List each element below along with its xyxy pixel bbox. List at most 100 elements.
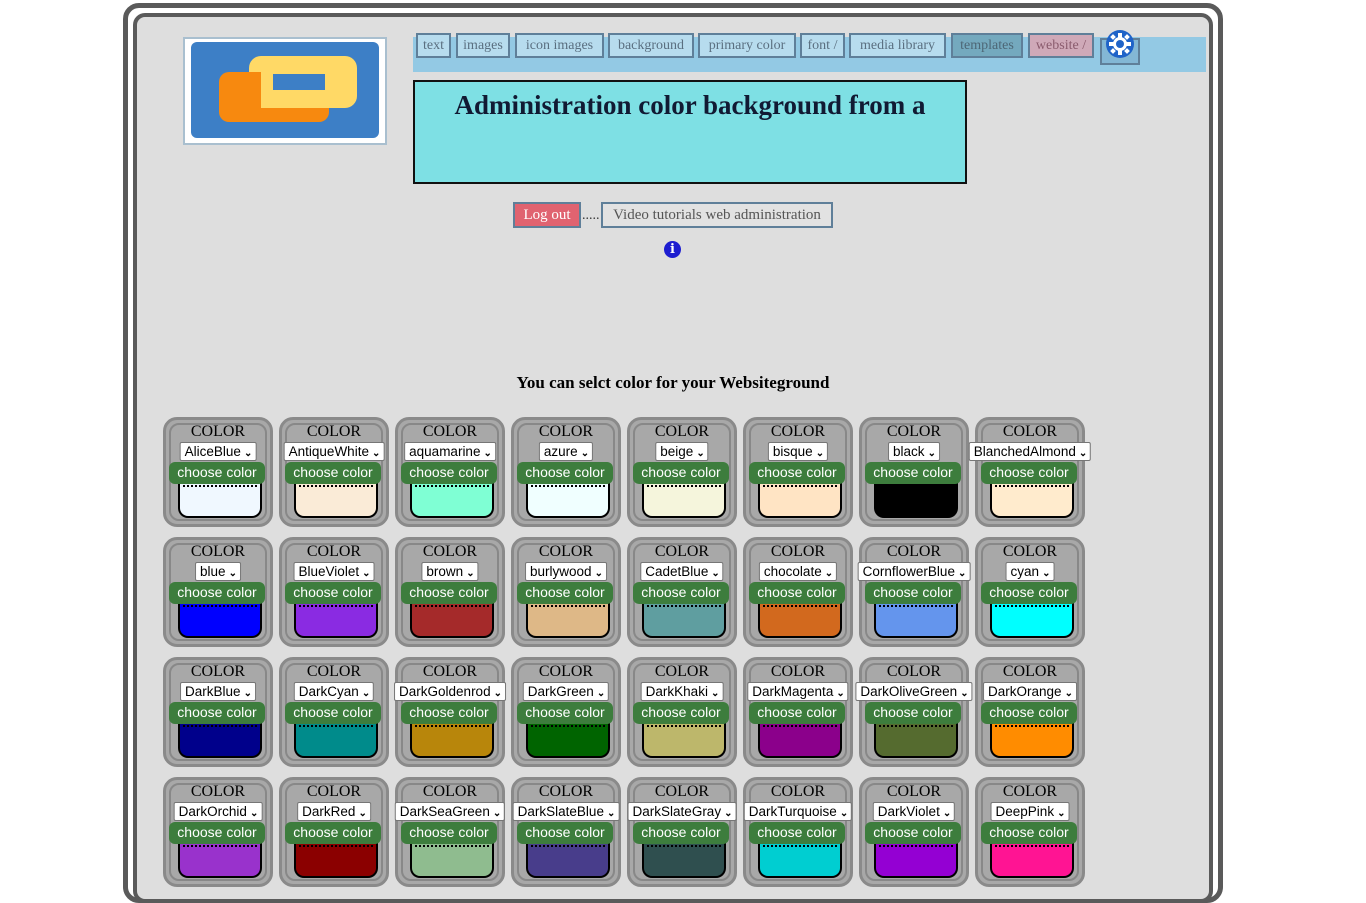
color-select[interactable]: DarkGoldenrod ⌄ [394,682,506,701]
color-select[interactable]: black ⌄ [888,442,940,461]
color-select-value: azure [543,444,578,459]
choose-color-button[interactable]: choose color [169,462,265,484]
nav-item-background[interactable]: background [608,33,694,58]
color-select[interactable]: DarkSlateBlue ⌄ [512,802,620,821]
color-select-value: brown [426,564,464,579]
color-select[interactable]: DarkTurquoise ⌄ [743,802,853,821]
choose-color-button[interactable]: choose color [285,822,381,844]
color-select[interactable]: bisque ⌄ [767,442,829,461]
choose-color-button[interactable]: choose color [517,702,613,724]
choose-color-button[interactable]: choose color [401,582,497,604]
site-logo[interactable] [183,37,387,145]
choose-color-button[interactable]: choose color [517,822,613,844]
choose-color-button[interactable]: choose color [865,822,961,844]
color-select[interactable]: DarkOliveGreen ⌄ [855,682,973,701]
color-select[interactable]: DarkGreen ⌄ [522,682,610,701]
color-select-value: CornflowerBlue [862,564,955,579]
choose-color-button[interactable]: choose color [169,822,265,844]
color-select[interactable]: BlanchedAlmond ⌄ [968,442,1092,461]
nav-item-primary-color[interactable]: primary color [698,33,796,58]
color-select[interactable]: DeepPink ⌄ [990,802,1070,821]
color-select[interactable]: chocolate ⌄ [758,562,838,581]
nav-item-text[interactable]: text [416,33,451,58]
choose-color-button[interactable]: choose color [517,582,613,604]
color-select-value: bisque [772,444,813,459]
swatch-divider [647,725,721,727]
settings-button[interactable] [1100,30,1140,65]
nav-item-images[interactable]: images [456,33,510,58]
choose-color-button[interactable]: choose color [517,462,613,484]
color-card-label: COLOR [1002,783,1058,800]
color-select[interactable]: burlywood ⌄ [525,562,607,581]
choose-color-button[interactable]: choose color [285,702,381,724]
choose-color-button[interactable]: choose color [169,702,265,724]
color-select[interactable]: DarkSlateGray ⌄ [627,802,737,821]
color-select[interactable]: DarkKhaki ⌄ [640,682,724,701]
choose-color-button[interactable]: choose color [401,822,497,844]
nav-item-templates[interactable]: templates [951,33,1023,58]
color-select[interactable]: DarkBlue ⌄ [180,682,256,701]
color-select[interactable]: AliceBlue ⌄ [179,442,257,461]
color-card-label: COLOR [1002,543,1058,560]
nav-item-website[interactable]: website / [1028,33,1094,58]
choose-color-button[interactable]: choose color [633,462,729,484]
color-select[interactable]: brown ⌄ [421,562,479,581]
choose-color-button[interactable]: choose color [401,702,497,724]
chevron-down-icon: ⌄ [824,568,834,579]
color-select[interactable]: blue ⌄ [195,562,241,581]
color-card-label: COLOR [306,423,362,440]
choose-color-button[interactable]: choose color [981,582,1077,604]
color-select[interactable]: beige ⌄ [655,442,709,461]
choose-color-button[interactable]: choose color [285,582,381,604]
choose-color-button[interactable]: choose color [749,582,845,604]
color-select[interactable]: CadetBlue ⌄ [640,562,724,581]
logout-button[interactable]: Log out [513,202,581,228]
color-card-label: COLOR [770,423,826,440]
color-swatch [294,600,378,638]
choose-color-button[interactable]: choose color [981,462,1077,484]
color-select[interactable]: aquamarine ⌄ [404,442,496,461]
color-select[interactable]: DarkOrchid ⌄ [173,802,263,821]
choose-color-button[interactable]: choose color [749,702,845,724]
color-card-label: COLOR [422,783,478,800]
color-select[interactable]: DarkSeaGreen ⌄ [394,802,506,821]
choose-color-button[interactable]: choose color [633,582,729,604]
nav-item-media-library[interactable]: media library [849,33,946,58]
color-select[interactable]: cyan ⌄ [1005,562,1055,581]
color-select[interactable]: DarkMagenta ⌄ [747,682,849,701]
color-card-label: COLOR [770,543,826,560]
color-select[interactable]: azure ⌄ [538,442,594,461]
choose-color-button[interactable]: choose color [285,462,381,484]
choose-color-button[interactable]: choose color [865,582,961,604]
video-tutorials-link[interactable]: Video tutorials web administration [601,202,833,228]
color-select[interactable]: DarkOrange ⌄ [983,682,1077,701]
choose-color-button[interactable]: choose color [401,462,497,484]
choose-color-button[interactable]: choose color [981,702,1077,724]
choose-color-button[interactable]: choose color [633,822,729,844]
choose-color-button[interactable]: choose color [169,582,265,604]
nav-item-icon-images[interactable]: icon images [515,33,604,58]
choose-color-button[interactable]: choose color [749,822,845,844]
info-icon[interactable]: i [664,241,681,258]
choose-color-button[interactable]: choose color [865,702,961,724]
swatch-divider [183,605,257,607]
color-select[interactable]: AntiqueWhite ⌄ [283,442,385,461]
color-card-label: COLOR [306,543,362,560]
color-card-label: COLOR [538,783,594,800]
swatch-divider [879,725,953,727]
choose-color-button[interactable]: choose color [749,462,845,484]
color-swatch [874,840,958,878]
choose-color-button[interactable]: choose color [981,822,1077,844]
color-select[interactable]: DarkRed ⌄ [297,802,371,821]
color-select[interactable]: BlueViolet ⌄ [293,562,375,581]
color-select[interactable]: DarkViolet ⌄ [872,802,956,821]
choose-color-button[interactable]: choose color [865,462,961,484]
color-select-value: DarkMagenta [752,684,834,699]
color-select[interactable]: DarkCyan ⌄ [293,682,375,701]
color-select[interactable]: CornflowerBlue ⌄ [857,562,971,581]
color-select-value: aquamarine [409,444,481,459]
color-card: COLOR CornflowerBlue ⌄ choose color [857,537,971,647]
color-select-value: cyan [1010,564,1040,579]
choose-color-button[interactable]: choose color [633,702,729,724]
nav-item-font[interactable]: font / [800,33,845,58]
